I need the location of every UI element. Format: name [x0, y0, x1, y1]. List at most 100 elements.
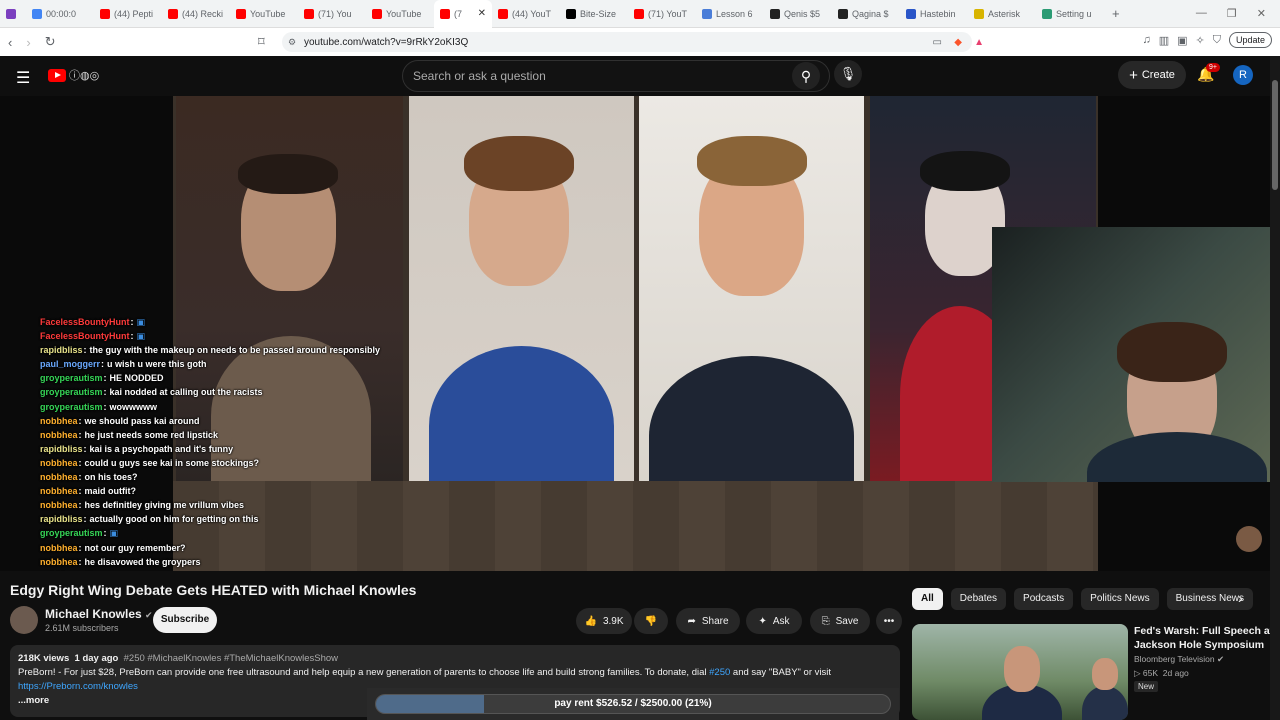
address-bar-row: ‹ › ↻ ⌑ ⚙ youtube.com/watch?v=9rRkY2oKI3…	[0, 28, 1280, 56]
browser-tab[interactable]: YouTube	[366, 0, 434, 28]
brave-rewards-icon[interactable]: ▲	[974, 37, 984, 48]
chat-message: groyperautism: HE NODDED	[40, 371, 410, 385]
tab-favicon-icon	[6, 8, 16, 19]
browser-tab[interactable]: (44) YouT	[492, 0, 560, 28]
search-icon[interactable]: ⚲	[792, 62, 820, 90]
forward-icon[interactable]: ›	[26, 35, 30, 50]
chat-message: rapidbliss: actually good on him for gett…	[40, 512, 410, 526]
recommended-channel[interactable]: Bloomberg Television ✔	[1134, 654, 1224, 665]
chat-username: rapidbliss	[40, 514, 83, 525]
browser-tab[interactable]: (71) You	[298, 0, 366, 28]
tab-label: Lesson 6	[716, 8, 753, 19]
tab-label: Setting u	[1056, 8, 1092, 19]
site-info-icon[interactable]: ⚙	[288, 37, 296, 48]
search-input[interactable]: Search or ask a question	[402, 60, 830, 92]
browser-tab[interactable]: Hastebin	[900, 0, 968, 28]
browser-tab[interactable]: (44) Pepti	[94, 0, 162, 28]
video-player[interactable]: FacelessBountyHunt: ▣ FacelessBountyHunt: ▣…	[0, 96, 1270, 571]
donation-progress-bar: pay rent $526.52 / $2500.00 (21%)	[375, 694, 891, 714]
browser-tab[interactable]: (71) YouT	[628, 0, 696, 28]
filter-chip[interactable]: Politics News	[1081, 588, 1159, 610]
like-button[interactable]: 👍 3.9K	[576, 608, 632, 634]
browser-tab[interactable]: Qagina $	[832, 0, 900, 28]
update-button[interactable]: Update	[1228, 32, 1272, 48]
cast-icon[interactable]: ▭	[933, 37, 942, 48]
doodle-icon: ⓘ◍◎	[69, 70, 100, 82]
url-text: youtube.com/watch?v=9rRkY2oKI3Q	[304, 36, 469, 48]
chat-username: nobbhea	[40, 472, 78, 483]
chevron-right-icon[interactable]: ›	[1238, 590, 1243, 606]
browser-tab[interactable]: 00:00:0	[26, 0, 94, 28]
chat-text: he just needs some red lipstick	[84, 429, 219, 440]
chat-text: on his toes?	[84, 472, 138, 483]
more-actions-button[interactable]: •••	[876, 608, 902, 634]
dislike-button[interactable]: 👎	[634, 608, 668, 634]
browser-tab[interactable]: Setting u	[1036, 0, 1104, 28]
chat-username: nobbhea	[40, 542, 78, 553]
vpn-icon[interactable]: ⛉	[1213, 34, 1221, 47]
new-tab-button[interactable]: +	[1104, 6, 1128, 21]
tab-favicon-icon	[974, 8, 984, 19]
filter-chip[interactable]: All	[912, 588, 943, 610]
hamburger-menu-icon[interactable]: ☰	[16, 68, 30, 88]
subscribe-button[interactable]: Subscribe	[153, 607, 217, 633]
tab-favicon-icon	[100, 8, 110, 19]
chat-username: FacelessBountyHunt	[40, 317, 130, 327]
tab-favicon-icon	[304, 8, 314, 19]
url-field[interactable]: ⚙ youtube.com/watch?v=9rRkY2oKI3Q ▭ ◆ ▲	[282, 32, 984, 52]
chat-separator: :	[78, 542, 82, 553]
browser-tab[interactable]: (7 ✕	[434, 0, 492, 28]
tab-favicon-icon	[634, 8, 644, 19]
youtube-logo[interactable]: ⓘ◍◎	[48, 67, 99, 83]
chat-username: FacelessBountyHunt	[40, 331, 130, 342]
tab-favicon-icon	[498, 8, 508, 19]
filter-chip[interactable]: Debates	[950, 588, 1007, 610]
sidebar-icon[interactable]: ▥	[1159, 34, 1169, 47]
back-icon[interactable]: ‹	[8, 35, 12, 50]
tab-close-icon[interactable]: ✕	[478, 8, 486, 19]
create-label: Create	[1141, 69, 1175, 81]
chat-text: kai is a psychopath and it's funny	[89, 443, 234, 454]
ask-button[interactable]: ✦ Ask	[746, 608, 802, 634]
page-scrollbar[interactable]	[1270, 56, 1280, 720]
browser-tab[interactable]: Qenis $5	[764, 0, 832, 28]
minimize-icon[interactable]: —	[1196, 7, 1207, 20]
account-avatar[interactable]: R	[1233, 65, 1253, 85]
media-icon[interactable]: ♫	[1142, 34, 1150, 46]
save-button[interactable]: ⎘ Save	[810, 608, 870, 634]
wallet-icon[interactable]: ▣	[1177, 34, 1187, 47]
chat-message: nobbhea: maid outfit?	[40, 484, 410, 498]
create-button[interactable]: + Create	[1118, 61, 1186, 89]
extensions-icon[interactable]: ✧	[1196, 34, 1205, 47]
recommended-title[interactable]: Fed's Warsh: Full Speech at Jackson Hole…	[1134, 624, 1274, 652]
bookmark-icon[interactable]: ⌑	[258, 34, 265, 50]
close-window-icon[interactable]: ✕	[1257, 7, 1266, 20]
chat-message: FacelessBountyHunt: ▣	[40, 329, 410, 343]
restore-icon[interactable]: ❐	[1227, 7, 1237, 20]
browser-tab[interactable]	[0, 0, 26, 28]
hashtag-link[interactable]: #250	[709, 667, 730, 678]
microphone-icon[interactable]: 🎙	[834, 60, 862, 88]
chat-message: nobbhea: we should pass kai around	[40, 414, 410, 428]
browser-tab[interactable]: Lesson 6	[696, 0, 764, 28]
browser-tab[interactable]: (44) Recki	[162, 0, 230, 28]
channel-avatar[interactable]	[10, 606, 38, 634]
chat-username: nobbhea	[40, 500, 78, 511]
recommended-thumbnail[interactable]	[912, 624, 1128, 720]
brave-shield-icon[interactable]: ◆	[954, 37, 962, 48]
channel-name[interactable]: Michael Knowles ✔	[45, 607, 153, 621]
chat-text: kai nodded at calling out the racists	[109, 387, 263, 398]
chat-message: nobbhea: could u guys see kai in some sto…	[40, 456, 410, 470]
description-meta: 218K views 1 day ago #250 #MichaelKnowle…	[18, 652, 892, 666]
tab-favicon-icon	[372, 8, 382, 19]
browser-tab[interactable]: Bite-Size	[560, 0, 628, 28]
scrollbar-thumb[interactable]	[1272, 80, 1278, 190]
browser-tab[interactable]: YouTube	[230, 0, 298, 28]
browser-tab[interactable]: Asterisk	[968, 0, 1036, 28]
chat-username: nobbhea	[40, 457, 78, 468]
filter-chip[interactable]: Podcasts	[1014, 588, 1074, 610]
chat-separator: :	[103, 373, 107, 384]
reload-icon[interactable]: ↻	[45, 34, 56, 50]
share-button[interactable]: ➦ Share	[676, 608, 740, 634]
chat-separator: :	[83, 514, 87, 525]
